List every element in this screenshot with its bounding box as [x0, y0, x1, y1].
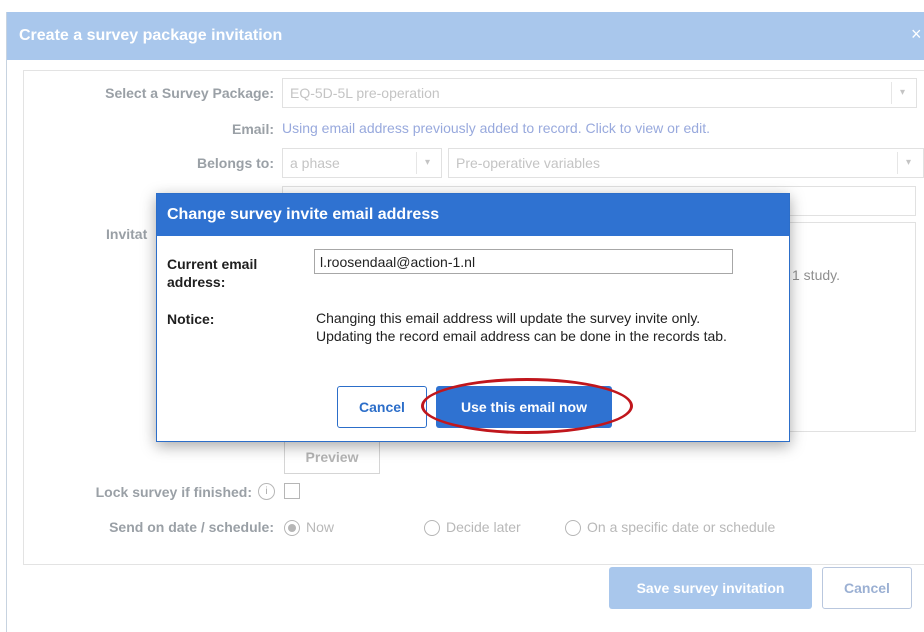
current-email-label-line1: Current email — [167, 256, 258, 272]
radio-decide-later-label: Decide later — [446, 519, 521, 535]
lock-survey-checkbox[interactable] — [284, 483, 300, 499]
current-email-input[interactable] — [314, 249, 733, 274]
package-label: Select a Survey Package: — [105, 85, 274, 101]
email-label: Email: — [231, 121, 274, 137]
radio-now-label: Now — [306, 519, 335, 535]
save-invitation-button[interactable]: Save survey invitation — [609, 567, 812, 609]
variable-select-value: Pre-operative variables — [456, 155, 600, 171]
modal-cancel-button[interactable]: Cancel — [337, 386, 427, 428]
radio-now[interactable] — [284, 520, 300, 536]
chevron-down-icon: ▾ — [891, 82, 913, 104]
phase-select-value: a phase — [290, 155, 340, 171]
send-schedule-label: Send on date / schedule: — [109, 519, 274, 535]
modal-title: Change survey invite email address — [167, 206, 440, 223]
highlight-annotation — [421, 378, 633, 434]
current-email-label-line2: address: — [167, 274, 226, 290]
modal-header: Change survey invite email address — [157, 194, 789, 236]
notice-text: Changing this email address will update … — [316, 310, 727, 344]
lock-survey-label: Lock survey if finished: — [95, 484, 252, 500]
chevron-down-icon: ▾ — [897, 152, 919, 174]
info-icon[interactable]: i — [258, 483, 275, 500]
dialog-header: Create a survey package invitation × — [7, 12, 924, 60]
notice-label: Notice: — [167, 311, 215, 327]
radio-specific-date[interactable] — [565, 520, 581, 536]
radio-specific-date-label: On a specific date or schedule — [587, 519, 776, 535]
radio-decide-later[interactable] — [424, 520, 440, 536]
preview-button[interactable]: Preview — [284, 440, 380, 474]
email-link[interactable]: Using email address previously added to … — [282, 120, 710, 136]
variable-select[interactable]: Pre-operative variables ▾ — [448, 148, 924, 178]
phase-select[interactable]: a phase ▾ — [282, 148, 442, 178]
package-select-value: EQ-5D-5L pre-operation — [290, 85, 440, 101]
belongs-to-label: Belongs to: — [197, 155, 274, 171]
package-select[interactable]: EQ-5D-5L pre-operation ▾ — [282, 78, 917, 108]
chevron-down-icon: ▾ — [416, 152, 438, 174]
close-icon[interactable]: × — [911, 24, 922, 45]
study-text: 1 study. — [792, 267, 840, 283]
change-email-modal: Change survey invite email address Curre… — [156, 193, 790, 442]
dialog-title: Create a survey package invitation — [19, 27, 283, 44]
dialog-cancel-button[interactable]: Cancel — [822, 567, 912, 609]
